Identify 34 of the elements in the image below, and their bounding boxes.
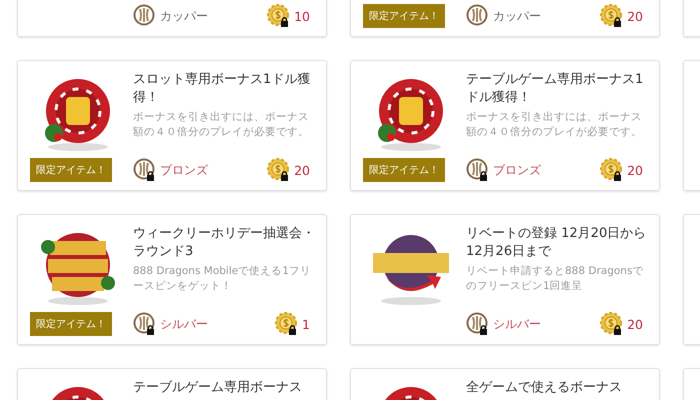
reward-title: ウィークリーホリデー抽選会・ラウンド3 <box>133 225 316 261</box>
points-value: 20 <box>294 162 310 178</box>
tier-label: ブロンズ <box>160 162 208 178</box>
tier-label: カッパー <box>160 8 208 24</box>
limited-item-badge: 限定アイテム！ <box>363 158 445 182</box>
tier-label: シルバー <box>160 316 208 332</box>
points-value: 20 <box>627 8 643 24</box>
points-value: 10 <box>294 8 310 24</box>
reward-description: 888 Dragons Mobileで使える1フリースピンをゲット！ <box>133 264 312 294</box>
reward-title: テーブルゲーム専用ボーナス1ドル獲得！ <box>466 71 644 107</box>
reward-title: リベートの登録 12月20日から12月26日まで <box>466 225 648 261</box>
reward-card[interactable]: 限定アイテム！ カッパー 20 <box>350 0 660 37</box>
reward-title: スロット専用ボーナス1ドル獲得！ <box>133 71 312 107</box>
limited-item-badge: 限定アイテム！ <box>30 312 112 336</box>
tier-label: ブロンズ <box>493 162 541 178</box>
reward-card[interactable]: テーブルゲーム専用ボーナス1ドル獲得！ ボーナスを引き出すには、ボーナス額の４０倍分のプレイが必要です。 限定アイテム！ ブロンズ 20 <box>350 60 660 191</box>
reward-card[interactable]: テーブルゲーム専用ボーナス <box>17 368 327 400</box>
tier-label: カッパー <box>493 8 541 24</box>
reward-title: テーブルゲーム専用ボーナス <box>133 379 303 397</box>
limited-item-badge: 限定アイテム！ <box>363 4 445 28</box>
reward-title: 全ゲームで使えるボーナス <box>466 379 623 397</box>
points-value: 20 <box>627 316 643 332</box>
reward-card[interactable]: リベートの登録 12月20日から12月26日まで リベート申請すると888 Dragonsでのフリースピン1回進呈 シルバー 20 <box>350 214 660 345</box>
reward-card[interactable]: ウィークリーホリデー抽選会・ラウンド3 888 Dragons Mobileで使える1フリースピンをゲット！ 限定アイテム！ シルバー 1 <box>17 214 327 345</box>
points-value: 1 <box>302 316 310 332</box>
reward-description: リベート申請すると888 Dragonsでのフリースピン1回進呈 <box>466 264 644 294</box>
reward-description: ボーナスを引き出すには、ボーナス額の４０倍分のプレイが必要です。 <box>466 110 643 140</box>
reward-card[interactable]: カッパー 10 <box>17 0 327 37</box>
tier-label: シルバー <box>493 316 541 332</box>
reward-description: ボーナスを引き出すには、ボーナス額の４０倍分のプレイが必要です。 <box>133 110 310 140</box>
reward-card[interactable]: 全ゲームで使えるボーナス <box>350 368 660 400</box>
reward-card[interactable]: スロット専用ボーナス1ドル獲得！ ボーナスを引き出すには、ボーナス額の４０倍分のプレイが必要です。 限定アイテム！ ブロンズ 20 <box>17 60 327 191</box>
points-value: 20 <box>627 162 643 178</box>
limited-item-badge: 限定アイテム！ <box>30 158 112 182</box>
